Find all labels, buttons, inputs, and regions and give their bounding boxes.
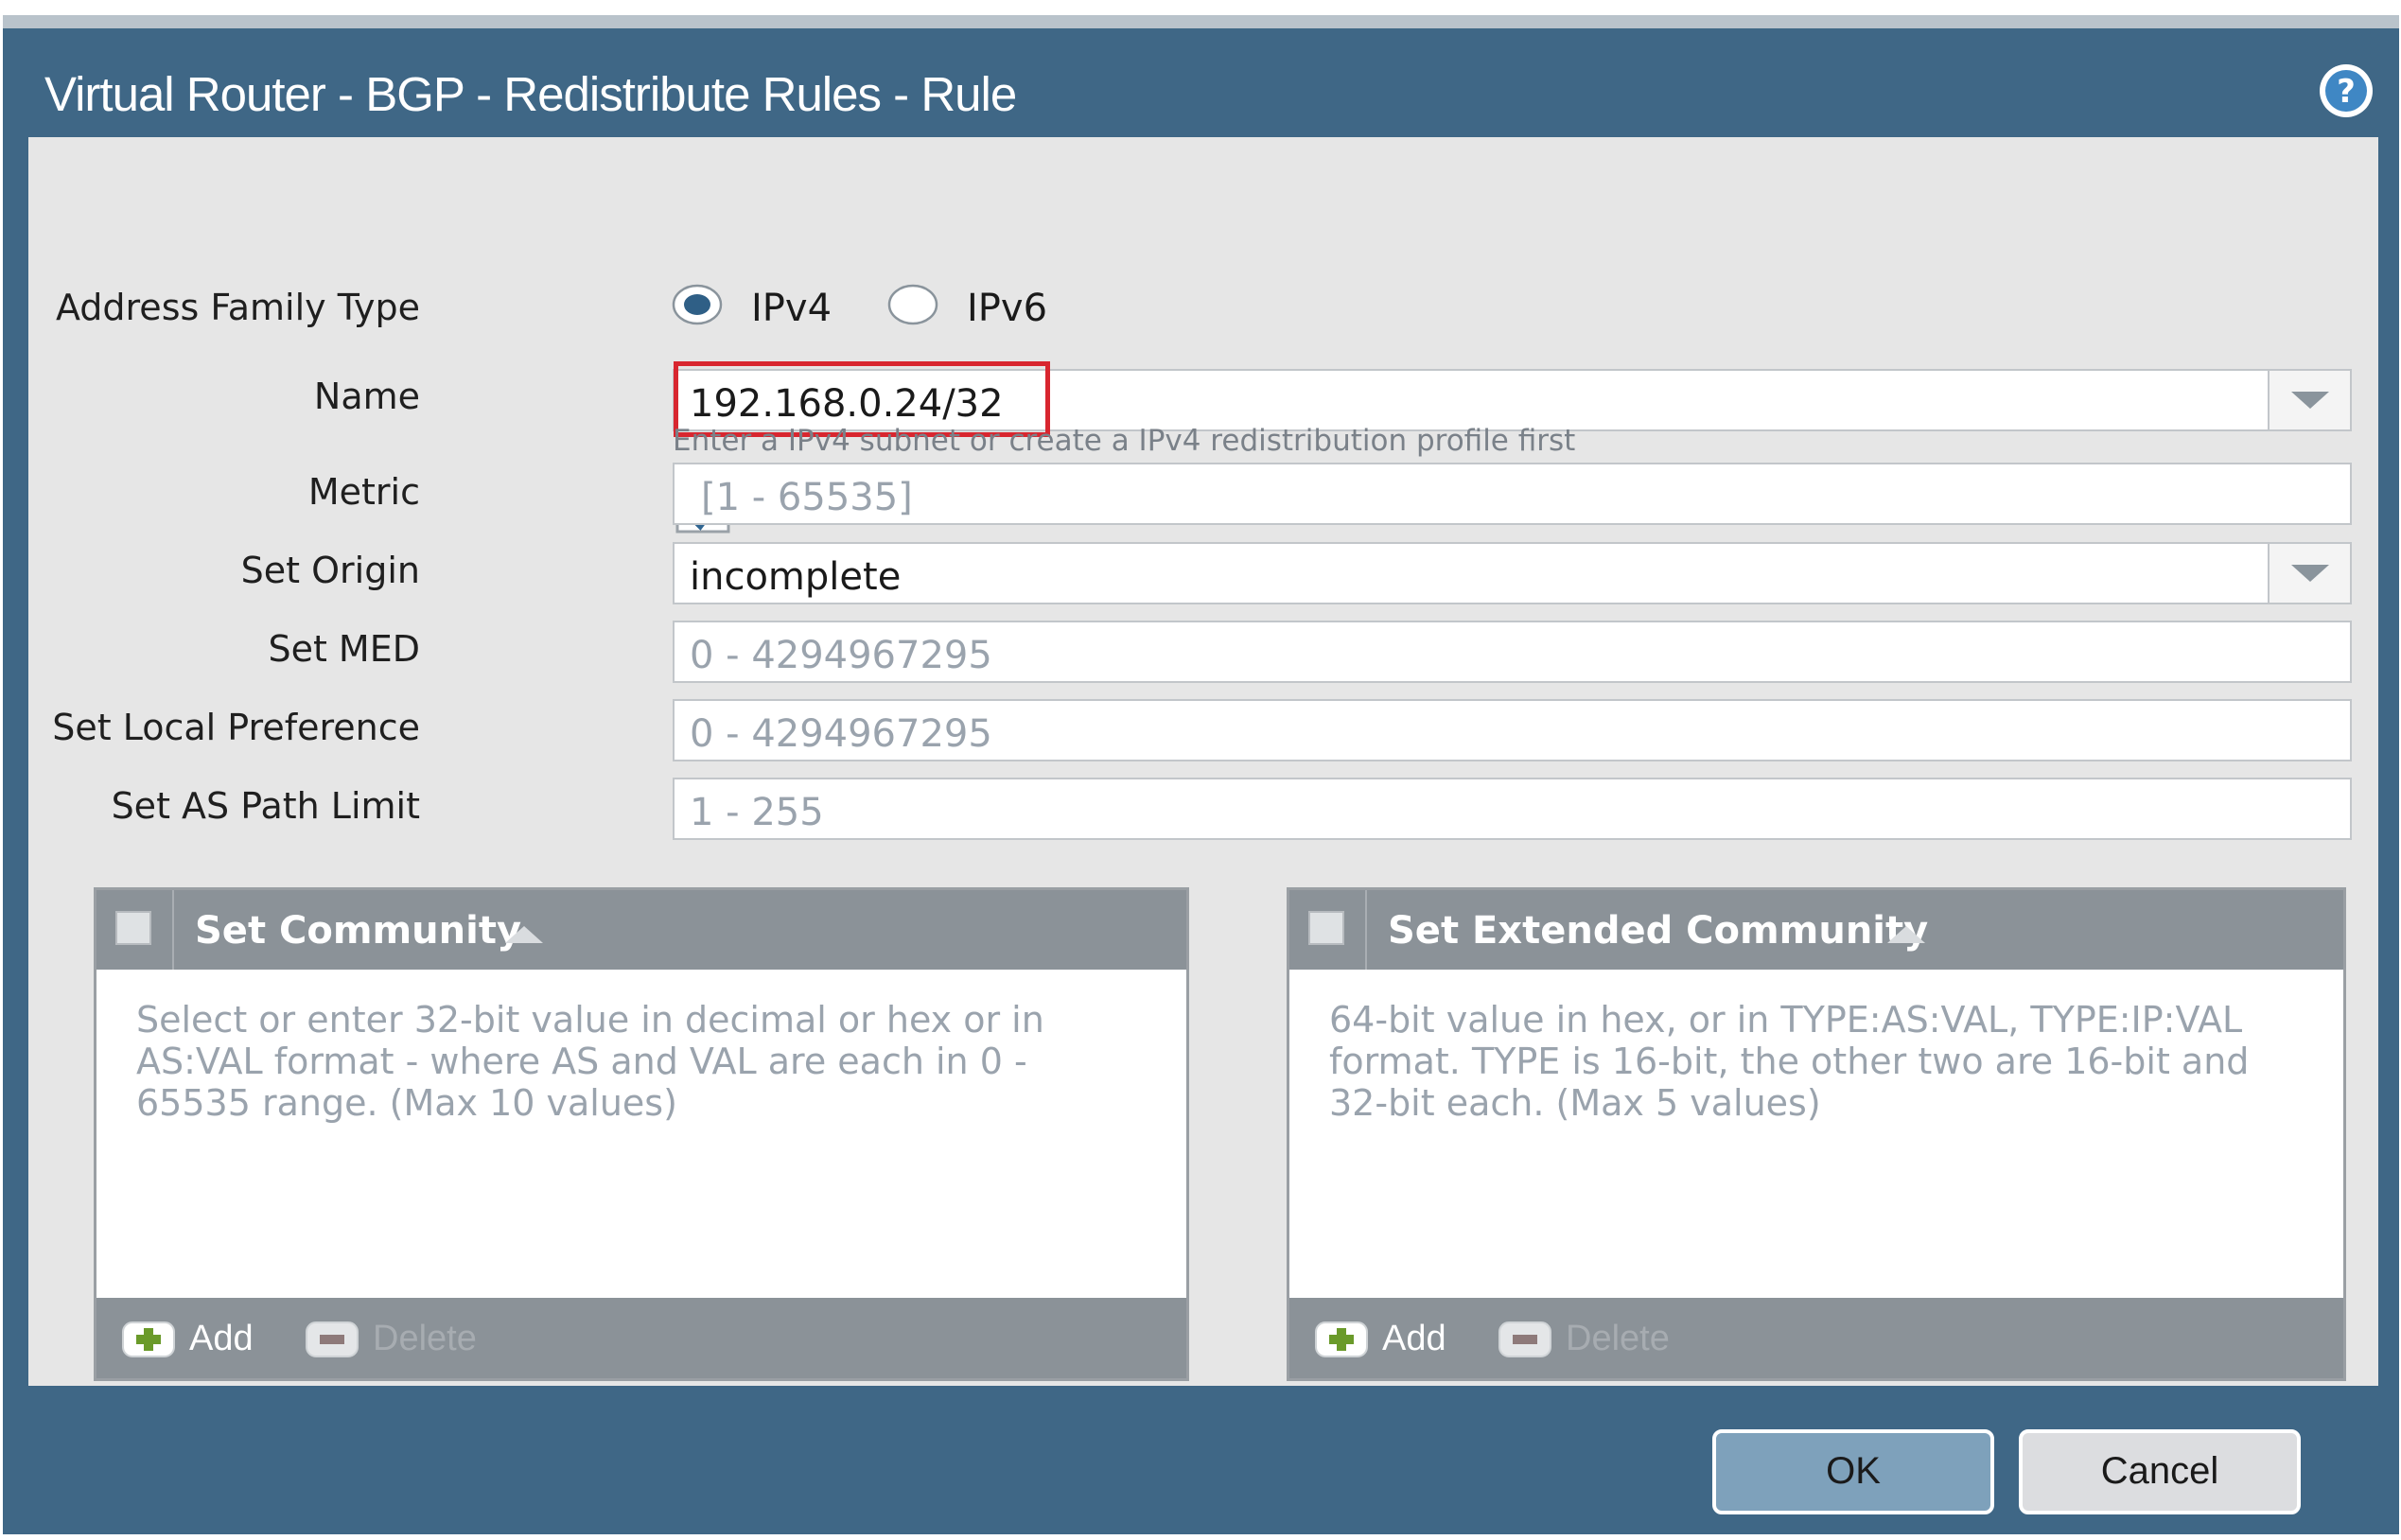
set-local-preference-label: Set Local Preference xyxy=(52,707,420,748)
set-extended-community-hint[interactable]: 64-bit value in hex, or in TYPE:AS:VAL, … xyxy=(1329,999,2304,1124)
ipv4-radio[interactable] xyxy=(672,284,723,325)
select-all-checkbox[interactable] xyxy=(1308,911,1344,945)
set-origin-label: Set Origin xyxy=(240,550,420,591)
set-as-path-limit-placeholder: 1 - 255 xyxy=(690,791,824,834)
plus-icon xyxy=(122,1321,175,1357)
ipv6-label: IPv6 xyxy=(967,287,1048,330)
ok-button[interactable]: OK xyxy=(1712,1429,1994,1514)
name-hint: Enter a IPv4 subnet or create a IPv4 red… xyxy=(673,424,1576,458)
name-label: Name xyxy=(313,376,420,417)
svg-text:?: ? xyxy=(2337,73,2356,111)
ipv4-label: IPv4 xyxy=(751,287,832,330)
cancel-button[interactable]: Cancel xyxy=(2019,1429,2301,1514)
sort-ascending-icon[interactable] xyxy=(503,924,545,945)
set-origin-dropdown-button[interactable] xyxy=(2268,544,2350,603)
help-icon[interactable]: ? xyxy=(2316,61,2376,121)
metric-input[interactable]: [1 - 65535] xyxy=(673,463,2352,525)
select-all-cell xyxy=(1289,890,1367,970)
chevron-down-icon xyxy=(2291,565,2329,582)
set-origin-value: incomplete xyxy=(690,555,902,599)
set-local-preference-placeholder: 0 - 4294967295 xyxy=(690,712,992,756)
dialog-title: Virtual Router - BGP - Redistribute Rule… xyxy=(44,67,1017,121)
plus-icon xyxy=(1315,1321,1368,1357)
set-med-input[interactable]: 0 - 4294967295 xyxy=(673,621,2352,683)
name-dropdown-button[interactable] xyxy=(2268,371,2350,429)
set-med-placeholder: 0 - 4294967295 xyxy=(690,634,992,677)
set-origin-select[interactable]: incomplete xyxy=(673,542,2352,604)
set-extended-community-header: Set Extended Community xyxy=(1289,890,2343,970)
dialog-body: Address Family Type IPv4 IPv6 Name 192.1… xyxy=(28,137,2378,1386)
chevron-down-icon xyxy=(2291,392,2329,409)
sort-ascending-icon[interactable] xyxy=(1885,924,1927,945)
select-all-checkbox[interactable] xyxy=(115,911,151,945)
set-extended-community-panel: Set Extended Community 64-bit value in h… xyxy=(1287,887,2346,1381)
community-add-label: Add xyxy=(189,1319,254,1358)
set-med-label: Set MED xyxy=(268,628,420,670)
metric-placeholder: [1 - 65535] xyxy=(701,476,913,519)
minus-icon xyxy=(306,1321,359,1357)
set-community-header: Set Community xyxy=(96,890,1186,970)
set-community-title[interactable]: Set Community xyxy=(195,909,521,953)
set-extended-community-footer: Add Delete xyxy=(1289,1298,2343,1378)
set-community-footer: Add Delete xyxy=(96,1298,1186,1378)
set-as-path-limit-input[interactable]: 1 - 255 xyxy=(673,778,2352,840)
minus-icon xyxy=(1498,1321,1551,1357)
community-delete-label: Delete xyxy=(373,1319,477,1358)
extended-community-add-label: Add xyxy=(1382,1319,1446,1358)
set-extended-community-title[interactable]: Set Extended Community xyxy=(1388,909,1928,953)
redistribute-rule-dialog: Virtual Router - BGP - Redistribute Rule… xyxy=(3,15,2399,1534)
set-local-preference-input[interactable]: 0 - 4294967295 xyxy=(673,699,2352,761)
set-community-hint[interactable]: Select or enter 32-bit value in decimal … xyxy=(136,999,1147,1124)
extended-community-delete-label: Delete xyxy=(1566,1319,1670,1358)
address-family-label: Address Family Type xyxy=(55,287,420,328)
set-community-panel: Set Community Select or enter 32-bit val… xyxy=(94,887,1189,1381)
set-as-path-limit-label: Set AS Path Limit xyxy=(111,785,420,827)
select-all-cell xyxy=(96,890,174,970)
ipv6-radio[interactable] xyxy=(887,284,938,325)
metric-label: Metric xyxy=(307,471,420,513)
